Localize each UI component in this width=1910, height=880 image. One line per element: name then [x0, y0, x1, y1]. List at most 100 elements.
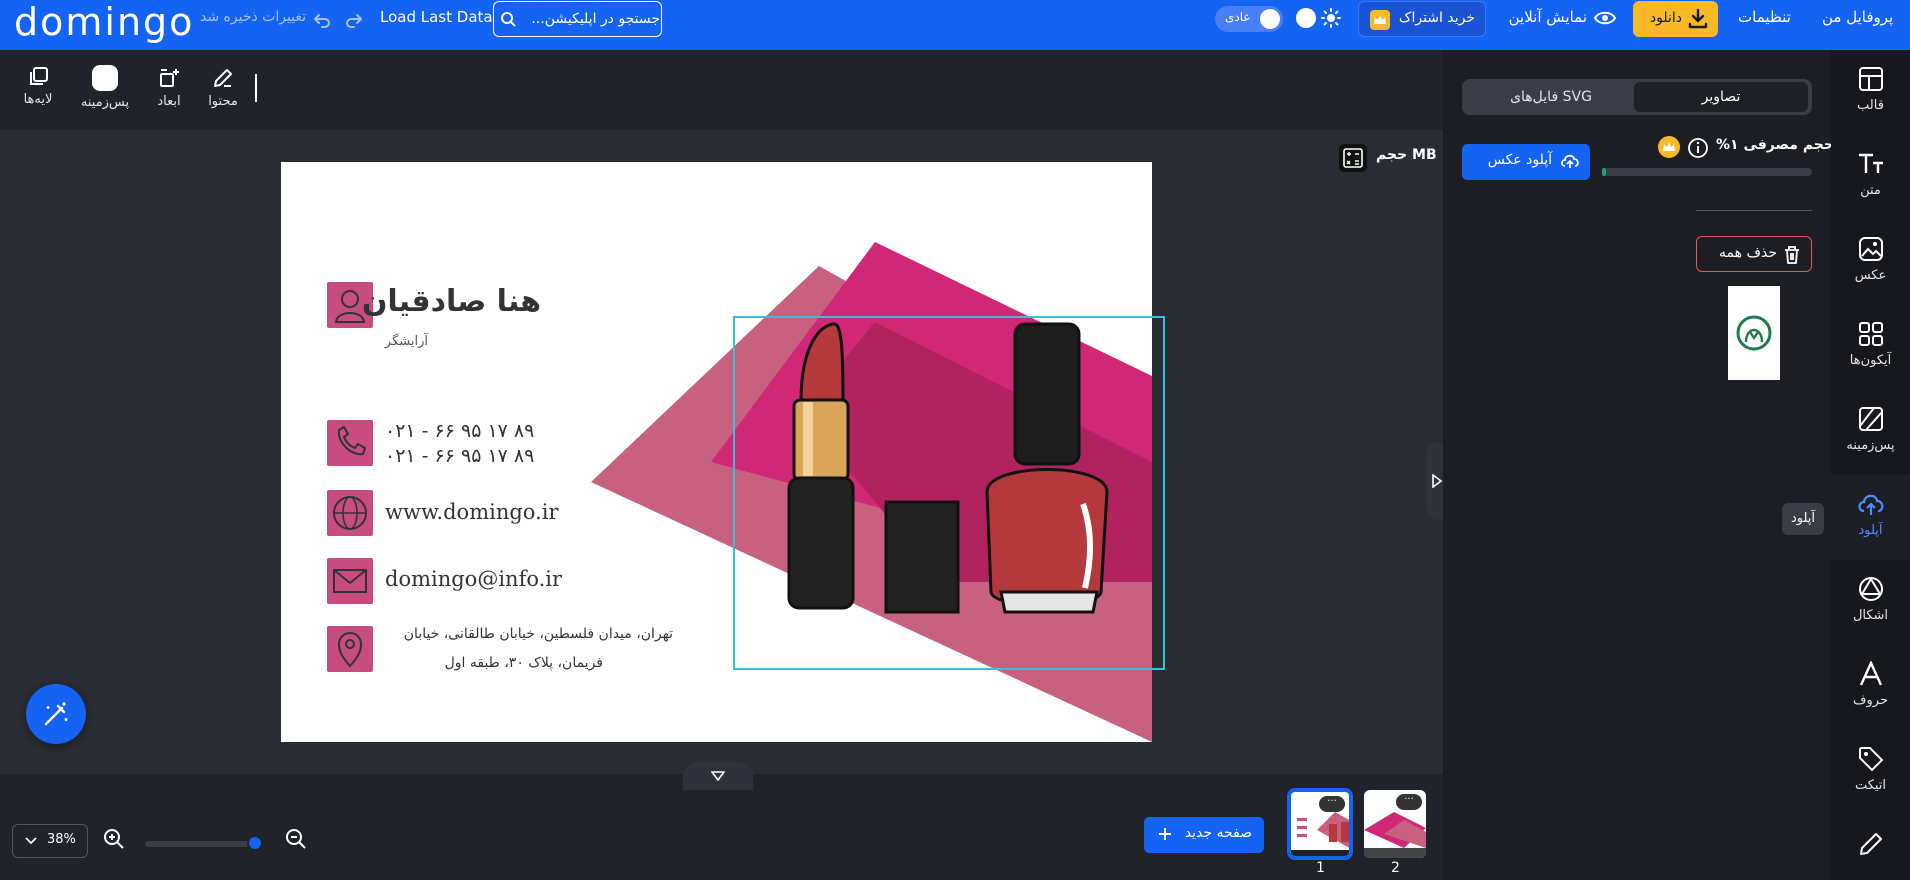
zoom-slider[interactable] — [145, 841, 261, 847]
chevron-down-icon — [25, 837, 37, 845]
card-phone-2[interactable]: ۰۲۱ - ۶۶ ۹۵ ۱۷ ۸۹ — [385, 445, 534, 467]
tools-sidebar: قالب متن عکس آیکون‌ها پس‌زمینه آپلود اشک… — [1831, 50, 1910, 880]
calculator-icon[interactable] — [1338, 143, 1368, 173]
delete-all-button[interactable]: حذف همه — [1696, 236, 1812, 272]
sidebar-item-label: حروف — [1853, 693, 1888, 708]
template-icon — [1858, 66, 1884, 92]
trash-icon — [1783, 245, 1801, 265]
sidebar-item-shapes[interactable]: اشکال — [1831, 560, 1910, 645]
pencil-icon — [1858, 831, 1884, 857]
top-bar — [0, 0, 1910, 50]
shapes-icon — [1858, 576, 1884, 602]
zoom-value: 38% — [47, 832, 76, 847]
sidebar-item-label: آیکون‌ها — [1849, 353, 1892, 368]
redo-icon[interactable] — [342, 8, 366, 32]
tab-images[interactable]: تصاویر — [1634, 82, 1808, 112]
edit-icon — [211, 66, 235, 90]
sidebar-item-tag[interactable]: اتیکت — [1831, 730, 1910, 815]
icons-grid-icon — [1858, 321, 1884, 347]
card-name[interactable]: هنا صادقیان — [362, 284, 541, 319]
sidebar-item-photo[interactable]: عکس — [1831, 220, 1910, 305]
logo[interactable]: domingo — [14, 2, 194, 42]
sidebar-item-template[interactable]: قالب — [1831, 50, 1910, 135]
content-tool[interactable]: محتوا — [191, 50, 255, 130]
selection-box[interactable] — [733, 316, 1165, 670]
card-email[interactable]: domingo@info.ir — [385, 567, 562, 591]
download-icon — [1686, 7, 1710, 31]
save-status: تغییرات ذخیره شد — [200, 9, 307, 25]
sidebar-item-background[interactable]: پس‌زمینه — [1831, 390, 1910, 475]
card-job-title[interactable]: آرایشگر — [385, 334, 428, 349]
mode-toggle[interactable]: عادی — [1215, 6, 1283, 32]
card-address-line-2[interactable]: فریمان، پلاک ۳۰، طبقه اول — [445, 655, 603, 671]
load-last-data-button[interactable]: Load Last Data — [380, 8, 493, 26]
card-phone-1[interactable]: ۰۲۱ - ۶۶ ۹۵ ۱۷ ۸۹ — [385, 420, 534, 442]
search-input[interactable] — [520, 2, 660, 36]
content-label: محتوا — [208, 94, 238, 109]
file-size-label: حجم MB — [1376, 147, 1437, 163]
cloud-upload-icon — [1560, 152, 1580, 170]
sidebar-item-letters[interactable]: حروف — [1831, 645, 1910, 730]
page-thumbnail[interactable]: ··· — [1287, 788, 1353, 860]
toggle-knob — [1260, 9, 1280, 29]
sidebar-item-label: پس‌زمینه — [1846, 438, 1895, 453]
sidebar-item-draw[interactable] — [1831, 815, 1910, 880]
sidebar-item-label: اتیکت — [1854, 778, 1887, 793]
phone-icon — [327, 420, 373, 466]
download-button[interactable]: دانلود — [1633, 1, 1718, 37]
mail-icon — [327, 558, 373, 604]
background-color-swatch — [92, 65, 118, 91]
download-label: دانلود — [1649, 10, 1682, 26]
card-address-line-1[interactable]: تهران، میدان فلسطین، خیابان طالقانی، خیا… — [404, 626, 673, 642]
magic-wand-button[interactable] — [26, 684, 86, 744]
card-website[interactable]: www.domingo.ir — [385, 500, 559, 524]
new-page-label: صفحه جدید — [1184, 825, 1252, 841]
sidebar-item-upload[interactable]: آپلود — [1831, 475, 1910, 560]
globe-icon — [327, 490, 373, 536]
sun-icon[interactable] — [1320, 7, 1342, 29]
location-pin-icon — [327, 626, 373, 672]
text-cursor — [255, 74, 257, 102]
photo-icon — [1858, 236, 1884, 262]
page-menu-button[interactable]: ··· — [1396, 794, 1422, 810]
storage-usage-bar — [1602, 168, 1812, 176]
sidebar-item-text[interactable]: متن — [1831, 135, 1910, 220]
magic-wand-icon — [42, 700, 70, 728]
page-number: 1 — [1316, 860, 1325, 876]
collapse-bottom-handle[interactable] — [683, 762, 753, 790]
page-menu-button[interactable]: ··· — [1319, 796, 1345, 812]
theme-toggle-knob[interactable] — [1296, 8, 1316, 28]
online-preview-label: نمایش آنلاین — [1508, 8, 1587, 26]
layers-tool[interactable]: لایه‌ها — [6, 50, 70, 130]
background-tool[interactable]: پس‌زمینه — [73, 50, 137, 130]
sidebar-item-icons[interactable]: آیکون‌ها — [1831, 305, 1910, 390]
background-icon — [1858, 406, 1884, 432]
uploaded-image-thumbnail[interactable] — [1728, 286, 1780, 380]
new-page-button[interactable]: صفحه جدید — [1144, 817, 1264, 853]
tab-svg-files[interactable]: فایل‌های SVG — [1466, 82, 1636, 112]
buy-subscription-button[interactable]: خرید اشتراک — [1358, 1, 1486, 37]
search-box[interactable] — [493, 1, 662, 37]
search-icon — [500, 11, 516, 27]
sidebar-item-label: قالب — [1857, 98, 1884, 113]
online-preview-button[interactable]: نمایش آنلاین — [1496, 5, 1621, 33]
eye-icon — [1593, 7, 1617, 29]
info-icon[interactable] — [1687, 137, 1709, 159]
layers-label: لایه‌ها — [23, 92, 53, 107]
chevron-right-icon — [1432, 474, 1443, 488]
zoom-select[interactable]: 38% — [12, 824, 88, 858]
page-thumbnail[interactable]: ··· — [1364, 790, 1426, 858]
upload-photo-label: آپلود عکس — [1487, 152, 1552, 168]
storage-usage-fill — [1602, 168, 1607, 176]
upload-photo-button[interactable]: آپلود عکس — [1462, 144, 1590, 180]
plus-icon — [1158, 827, 1172, 841]
profile-link[interactable]: پروفایل من — [1822, 8, 1893, 26]
background-label: پس‌زمینه — [80, 95, 130, 110]
page-number: 2 — [1391, 860, 1400, 876]
undo-icon[interactable] — [310, 8, 334, 32]
letters-icon — [1858, 661, 1884, 687]
zoom-out-icon[interactable] — [284, 827, 308, 851]
settings-link[interactable]: تنظیمات — [1738, 8, 1791, 26]
crown-icon — [1369, 9, 1391, 31]
zoom-in-icon[interactable] — [102, 827, 126, 851]
